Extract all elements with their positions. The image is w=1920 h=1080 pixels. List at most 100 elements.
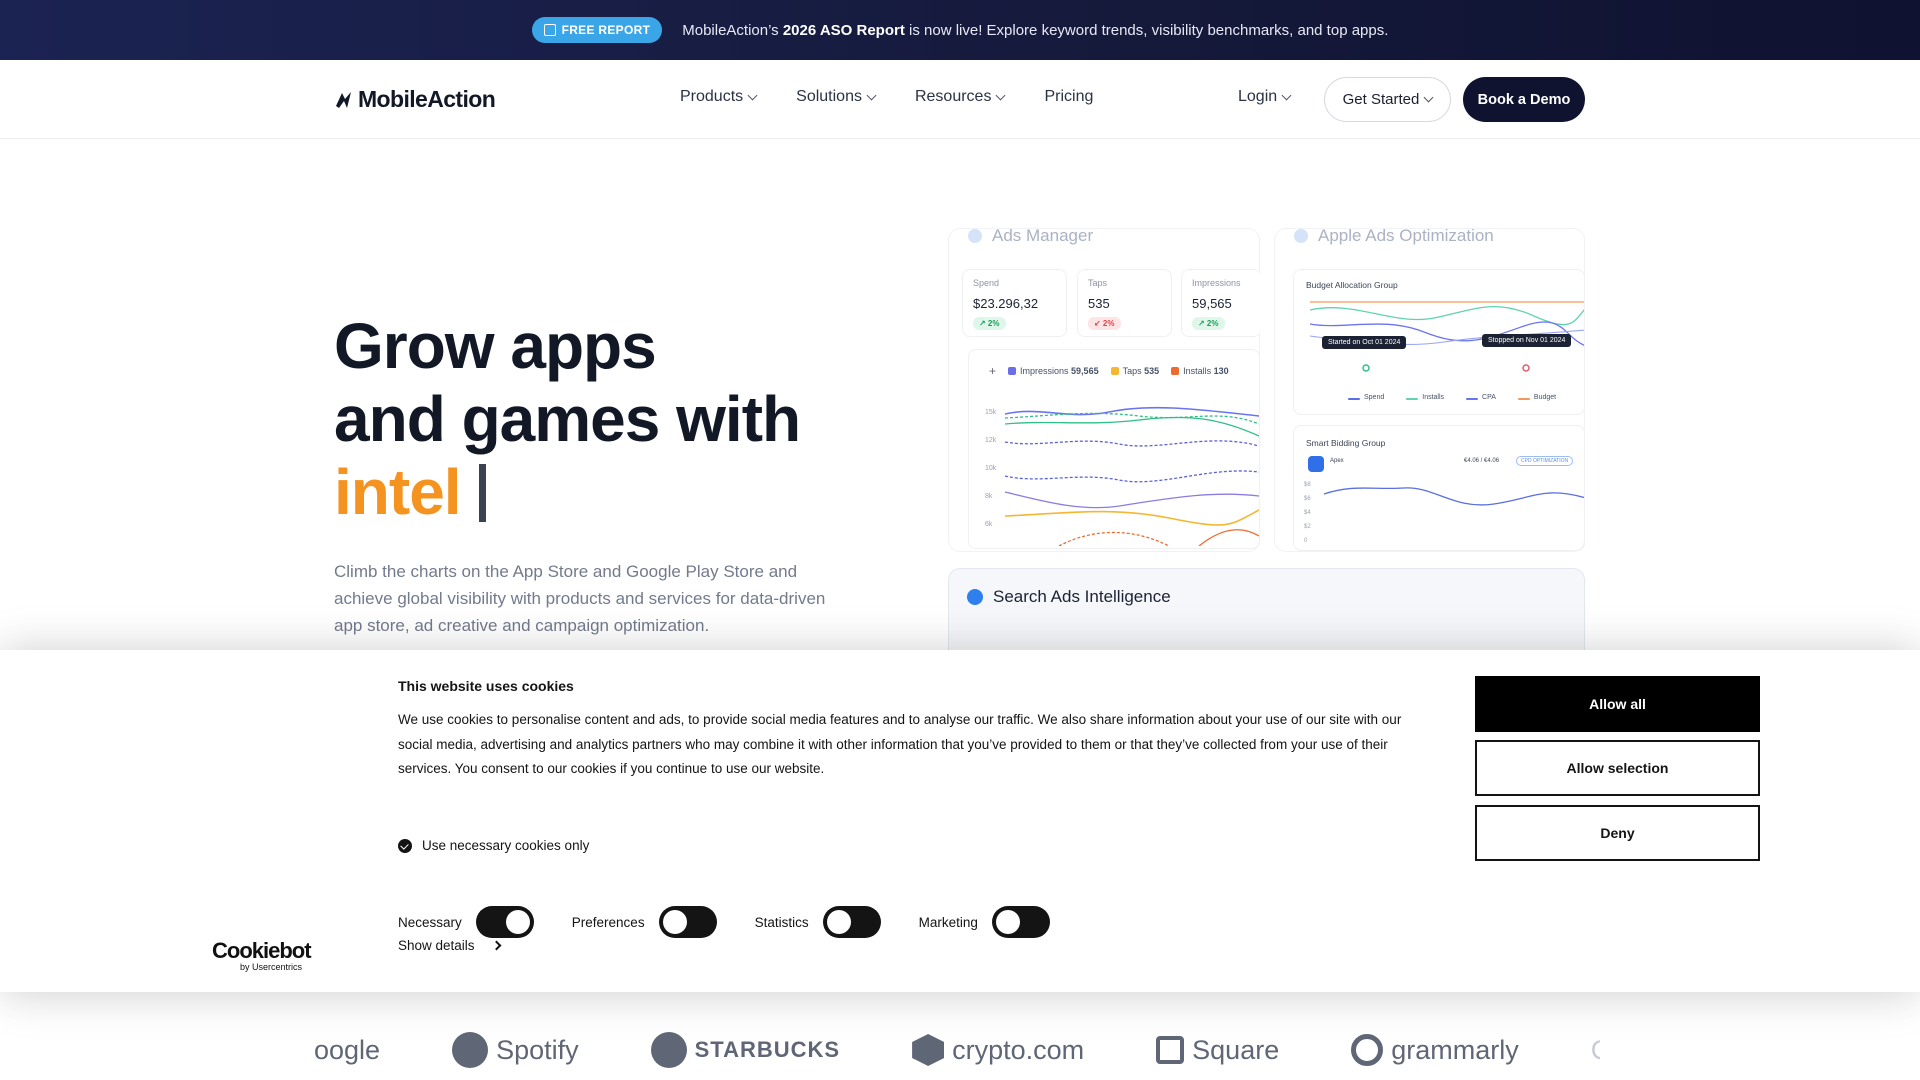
toggle-label: Necessary	[398, 914, 462, 930]
nav-solutions[interactable]: Solutions	[796, 88, 877, 106]
toggle-knob	[995, 910, 1020, 934]
brand-name: oogle	[314, 1034, 381, 1065]
legend-value: 59,565	[1071, 366, 1099, 376]
square-logo: Square	[1156, 1035, 1279, 1066]
get-started-label: Get Started	[1342, 91, 1420, 108]
stat-label: Spend	[973, 278, 1000, 288]
y-tick-label: 15k	[985, 409, 997, 416]
y-tick-label: 12k	[985, 437, 997, 444]
allow-all-button[interactable]: Allow all	[1475, 676, 1760, 732]
spotify-logo: Spotify	[452, 1032, 579, 1068]
legend-name: Installs	[1183, 366, 1212, 376]
nav-resources[interactable]: Resources	[914, 88, 1006, 106]
brand-name: crypto.com	[952, 1034, 1085, 1065]
announcement-bold: 2026 ASO Report	[782, 21, 905, 39]
cookie-body: We use cookies to personalise content an…	[398, 712, 1402, 776]
brand-name: Spotify	[496, 1034, 579, 1065]
ads-chart-legend: + Impressions 59,565 Taps 535 Installs 1…	[989, 364, 1229, 378]
announcement-bar: FREE REPORT MobileAction’s 2026 ASO Repo…	[0, 0, 1920, 60]
toggle-switch[interactable]	[991, 906, 1050, 938]
stat-card: Impressions 59,565 ↗ 2%	[1181, 269, 1261, 337]
free-report-badge[interactable]: FREE REPORT	[531, 17, 663, 43]
ads-line-chart: 15k 12k 10k 8k 6k	[985, 406, 1259, 546]
grammarly-logo: grammarly	[1351, 1034, 1519, 1066]
toggle-statistics[interactable]: Statistics	[755, 906, 881, 938]
chevron-down-icon	[1281, 90, 1292, 100]
chevron-down-icon	[866, 90, 877, 100]
toggle-preferences[interactable]: Preferences	[572, 906, 717, 938]
search-ads-title: Search Ads Intelligence	[993, 587, 1171, 606]
app-name: Apex	[1330, 458, 1344, 464]
apple-ads-panel: Budget Allocation Group Started on Oct 0…	[1274, 228, 1585, 552]
get-started-button[interactable]: Get Started	[1324, 77, 1451, 122]
series-line	[1004, 440, 1259, 447]
legend-impressions: Impressions 59,565	[1008, 366, 1099, 376]
main-nav: MobileAction Products Solutions Resource…	[0, 60, 1920, 139]
starbucks-logo: STARBUCKS	[650, 1032, 841, 1068]
login-label: Login	[1238, 88, 1278, 105]
series-line	[1004, 491, 1259, 509]
toggle-switch[interactable]	[658, 906, 717, 938]
stat-value: $23.296,32	[973, 296, 1039, 311]
show-details-link[interactable]: Show details	[398, 938, 501, 953]
start-marker	[1362, 364, 1370, 372]
mobileaction-logo[interactable]: MobileAction	[334, 86, 496, 113]
bid-line-chart: $8 $6 $4 $2 0	[1304, 482, 1584, 544]
crypto-logo: crypto.com	[912, 1034, 1084, 1066]
brand-name: STARBUCKS	[694, 1037, 841, 1062]
nav-products-label: Products	[680, 88, 744, 105]
details-label: Show details	[398, 938, 475, 953]
allow-selection-button[interactable]: Allow selection	[1475, 740, 1760, 796]
nav-resources-label: Resources	[914, 88, 992, 105]
smart-group-title: Smart Bidding Group	[1306, 438, 1386, 448]
ads-chart-card: + Impressions 59,565 Taps 535 Installs 1…	[968, 349, 1260, 549]
hero-description: Climb the charts on the App Store and Go…	[334, 562, 826, 635]
legend-name: Spend	[1364, 394, 1385, 401]
stat-change: ↙ 2%	[1088, 317, 1121, 330]
report-icon	[543, 24, 556, 36]
brand-name: Square	[1192, 1034, 1280, 1065]
cookiebot-logo[interactable]: Cookiebot by Usercentrics	[212, 938, 312, 972]
nav-solutions-label: Solutions	[796, 88, 862, 105]
logo-text: MobileAction	[358, 86, 496, 112]
nav-products[interactable]: Products	[680, 88, 758, 106]
deny-button[interactable]: Deny	[1475, 805, 1760, 861]
legend-swatch	[1110, 367, 1119, 375]
legend-name: Taps	[1122, 366, 1142, 376]
brand-name: grammarly	[1391, 1034, 1519, 1065]
book-demo-button[interactable]: Book a Demo	[1463, 77, 1585, 122]
legend-value: 535	[1144, 366, 1160, 376]
y-tick-label: $8	[1304, 482, 1311, 488]
chevron-down-icon	[747, 90, 758, 100]
hero-title: Grow apps and games with intel	[334, 310, 801, 529]
nav-pricing[interactable]: Pricing	[1044, 88, 1093, 106]
starbucks-icon	[650, 1032, 687, 1068]
toggle-switch[interactable]	[822, 906, 881, 938]
series-line	[1198, 529, 1259, 546]
customer-logos: oogle Spotify STARBUCKS crypto.com Squar…	[310, 1028, 1600, 1072]
google-logo: oogle	[314, 1035, 380, 1066]
toggle-label: Statistics	[754, 914, 809, 930]
legend-swatch	[1008, 367, 1017, 375]
cpd-tag: CPD OPTIMIZATION	[1516, 456, 1574, 466]
login-dropdown[interactable]: Login	[1238, 88, 1292, 106]
stat-change: ↗ 2%	[973, 317, 1006, 330]
toggle-label: Preferences	[571, 914, 645, 930]
legend-swatch	[1406, 398, 1419, 400]
announcement-text[interactable]: MobileAction’s 2026 ASO Report is now li…	[682, 22, 1388, 39]
toggle-marketing[interactable]: Marketing	[919, 906, 1050, 938]
toggle-switch[interactable]	[475, 906, 534, 938]
crypto-icon	[912, 1034, 945, 1066]
toggle-knob	[662, 910, 687, 934]
stat-change: ↗ 2%	[1192, 317, 1225, 330]
necessary-only-checkbox[interactable]: Use necessary cookies only	[398, 838, 589, 853]
add-icon[interactable]: +	[989, 364, 996, 378]
y-tick-label: 8k	[985, 493, 993, 500]
hero-title-line2: and games with	[334, 383, 801, 455]
y-tick-label: $2	[1304, 524, 1311, 530]
typing-caret	[478, 464, 486, 522]
stop-tooltip: Stopped on Nov 01 2024	[1482, 334, 1572, 347]
nav-pricing-label: Pricing	[1044, 88, 1094, 105]
toggle-necessary[interactable]: Necessary	[398, 906, 534, 938]
cookiebot-sub: by Usercentrics	[240, 962, 303, 972]
